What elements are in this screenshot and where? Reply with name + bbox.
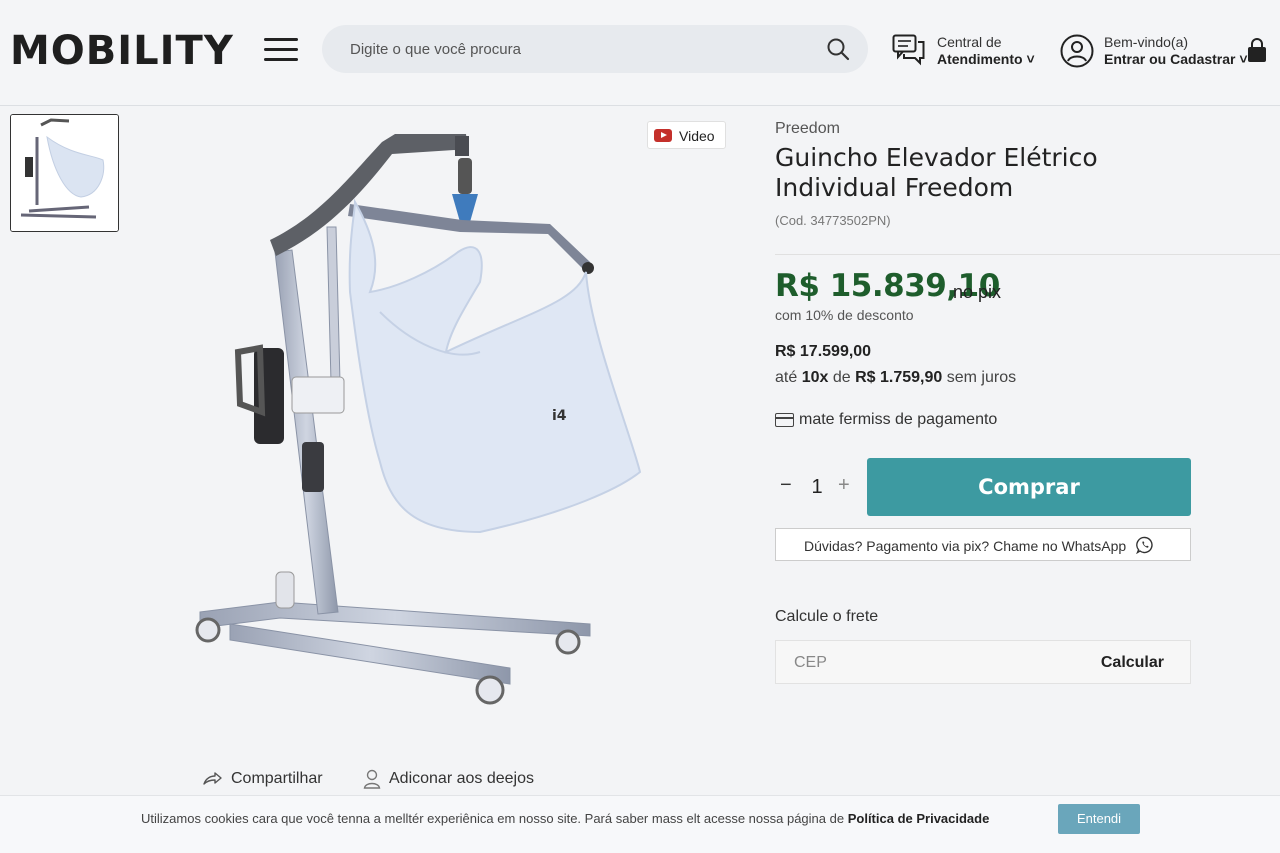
chat-icon	[892, 34, 925, 66]
discount-note: com 10% de desconto	[775, 307, 914, 323]
shipping-title: Calcule o frete	[775, 608, 879, 625]
login-label: Entrar ou Cadastrar ˅	[1104, 51, 1248, 67]
search-input[interactable]	[350, 38, 810, 60]
pix-suffix: no pix	[953, 282, 1002, 302]
whatsapp-help-button[interactable]: Dúvidas? Pagamento via pix? Chame no Wha…	[775, 528, 1191, 561]
cookie-accept-button[interactable]: Entendi	[1058, 804, 1140, 834]
cookie-banner: Utilizamos cookies cara que você tenna a…	[0, 795, 1280, 853]
credit-card-icon	[775, 413, 794, 427]
installment-prefix: até	[775, 369, 798, 386]
site-logo[interactable]: MOBILITY	[10, 28, 234, 74]
share-label: Compartilhar	[231, 770, 323, 787]
installments: até 10x de R$ 1.759,90 sem juros	[775, 369, 1016, 387]
video-button[interactable]: Video	[647, 121, 726, 149]
thumbnail-image	[11, 115, 118, 231]
service-label-bold: Atendimento ˅	[937, 51, 1035, 67]
product-title: Guincho Elevador Elétrico Individual Fre…	[775, 143, 1098, 202]
privacy-policy-link[interactable]: Política de Privacidade	[848, 811, 990, 826]
whatsapp-label: Dúvidas? Pagamento via pix? Chame no Wha…	[804, 538, 1127, 554]
search-bar	[322, 25, 868, 73]
cookie-text: Utilizamos cookies cara que você tenna a…	[141, 811, 989, 826]
patient-lift-illustration: i4	[195, 134, 642, 705]
wishlist-label: Adiconar aos deejos	[389, 770, 534, 787]
quantity-increase-button[interactable]: +	[838, 474, 850, 497]
quantity-input[interactable]	[810, 476, 824, 499]
service-label: Central de	[937, 34, 1002, 50]
installment-count: 10x	[801, 369, 829, 386]
cep-input[interactable]	[794, 653, 994, 673]
search-icon[interactable]	[826, 37, 850, 61]
calculate-shipping-button[interactable]: Calcular	[1101, 654, 1164, 672]
svg-text:i4: i4	[552, 408, 567, 424]
buy-button[interactable]: Comprar	[867, 458, 1191, 516]
installment-value: R$ 1.759,90	[855, 369, 943, 386]
product-image[interactable]: i4	[150, 112, 710, 732]
shipping-calculator: Calcular	[775, 640, 1191, 684]
wishlist-user-icon	[363, 769, 381, 789]
product-code: (Cod. 34773502PN)	[775, 213, 891, 228]
full-price: R$ 17.599,00	[775, 343, 872, 360]
user-icon	[1060, 34, 1094, 68]
installment-mid: de	[832, 369, 851, 386]
play-video-icon	[654, 129, 672, 142]
divider	[775, 254, 1280, 255]
menu-button[interactable]	[264, 38, 298, 64]
product-thumbnail[interactable]	[10, 114, 119, 232]
whatsapp-icon	[1136, 536, 1153, 554]
installment-suffix: sem juros	[946, 369, 1017, 386]
product-brand[interactable]: Preedom	[775, 120, 840, 138]
share-icon	[203, 772, 222, 785]
cookie-message: Utilizamos cookies cara que você tenna a…	[141, 811, 845, 826]
video-label: Video	[679, 128, 715, 144]
cart-icon[interactable]	[1246, 38, 1268, 64]
quantity-decrease-button[interactable]: −	[780, 474, 792, 497]
payment-options-label: mate fermiss de pagamento	[799, 411, 998, 428]
site-header: MOBILITY Central de Atendimento ˅ Bem-vi…	[0, 0, 1280, 106]
welcome-label: Bem-vindo(a)	[1104, 34, 1189, 50]
